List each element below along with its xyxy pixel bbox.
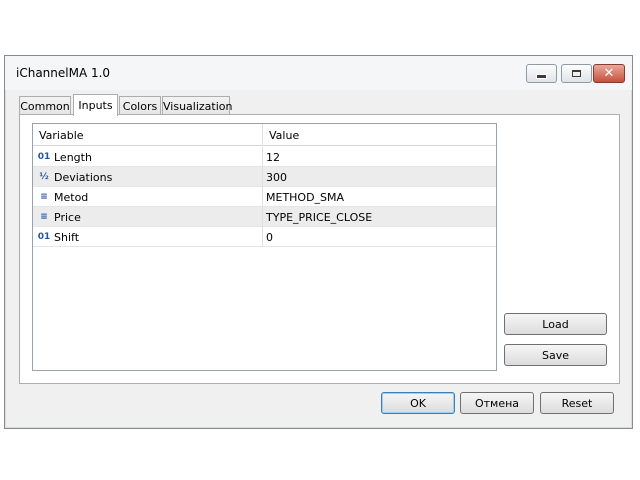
table-row[interactable]: ½ Deviations 300 xyxy=(33,167,496,187)
integer-icon: 01 xyxy=(37,232,51,242)
table-row[interactable]: 01 Shift 0 xyxy=(33,227,496,247)
inputs-panel: Variable Value 01 Length 12 ½ Deviations 3… xyxy=(19,114,620,384)
value-cell[interactable]: 12 xyxy=(263,147,496,167)
column-header-value[interactable]: Value xyxy=(263,124,496,146)
reset-button[interactable]: Reset xyxy=(540,392,614,414)
close-button[interactable]: ✕ xyxy=(593,64,625,83)
variable-name: Deviations xyxy=(54,171,113,184)
minimize-icon xyxy=(536,74,547,79)
variable-cell: ½ Deviations xyxy=(33,167,263,187)
window-title: iChannelMA 1.0 xyxy=(16,66,111,80)
dialog-window: iChannelMA 1.0 ✕ Common Inputs Colors Vi… xyxy=(4,55,633,429)
tab-inputs[interactable]: Inputs xyxy=(73,94,118,116)
table-row[interactable]: ≡ Price TYPE_PRICE_CLOSE xyxy=(33,207,496,227)
grid-header: Variable Value xyxy=(33,124,496,146)
variable-name: Length xyxy=(54,151,92,164)
variable-cell: 01 Length xyxy=(33,147,263,167)
minimize-button[interactable] xyxy=(526,64,557,83)
save-button[interactable]: Save xyxy=(504,344,607,366)
inputs-grid: Variable Value 01 Length 12 ½ Deviations 3… xyxy=(32,123,497,371)
variable-cell: 01 Shift xyxy=(33,227,263,247)
close-icon: ✕ xyxy=(603,66,615,81)
variable-cell: ≡ Price xyxy=(33,207,263,227)
tab-common[interactable]: Common xyxy=(19,96,71,115)
variable-name: Price xyxy=(54,211,81,224)
title-bar[interactable]: iChannelMA 1.0 ✕ xyxy=(5,56,632,90)
value-cell[interactable]: 0 xyxy=(263,227,496,247)
load-button[interactable]: Load xyxy=(504,313,607,335)
value-cell[interactable]: METHOD_SMA xyxy=(263,187,496,207)
table-row[interactable]: ≡ Metod METHOD_SMA xyxy=(33,187,496,207)
table-row[interactable]: 01 Length 12 xyxy=(33,147,496,167)
variable-name: Metod xyxy=(54,191,89,204)
variable-name: Shift xyxy=(54,231,80,244)
maximize-button[interactable] xyxy=(561,64,592,83)
fraction-icon: ½ xyxy=(39,172,49,182)
variable-cell: ≡ Metod xyxy=(33,187,263,207)
value-cell[interactable]: TYPE_PRICE_CLOSE xyxy=(263,207,496,227)
maximize-icon xyxy=(572,70,581,77)
tab-colors[interactable]: Colors xyxy=(119,96,161,115)
column-header-variable[interactable]: Variable xyxy=(33,124,263,146)
value-cell[interactable]: 300 xyxy=(263,167,496,187)
enum-icon: ≡ xyxy=(40,192,48,202)
ok-button[interactable]: OK xyxy=(381,392,455,414)
tab-visualization[interactable]: Visualization xyxy=(162,96,232,115)
enum-icon: ≡ xyxy=(40,212,48,222)
integer-icon: 01 xyxy=(37,152,51,162)
cancel-button[interactable]: Отмена xyxy=(460,392,534,414)
